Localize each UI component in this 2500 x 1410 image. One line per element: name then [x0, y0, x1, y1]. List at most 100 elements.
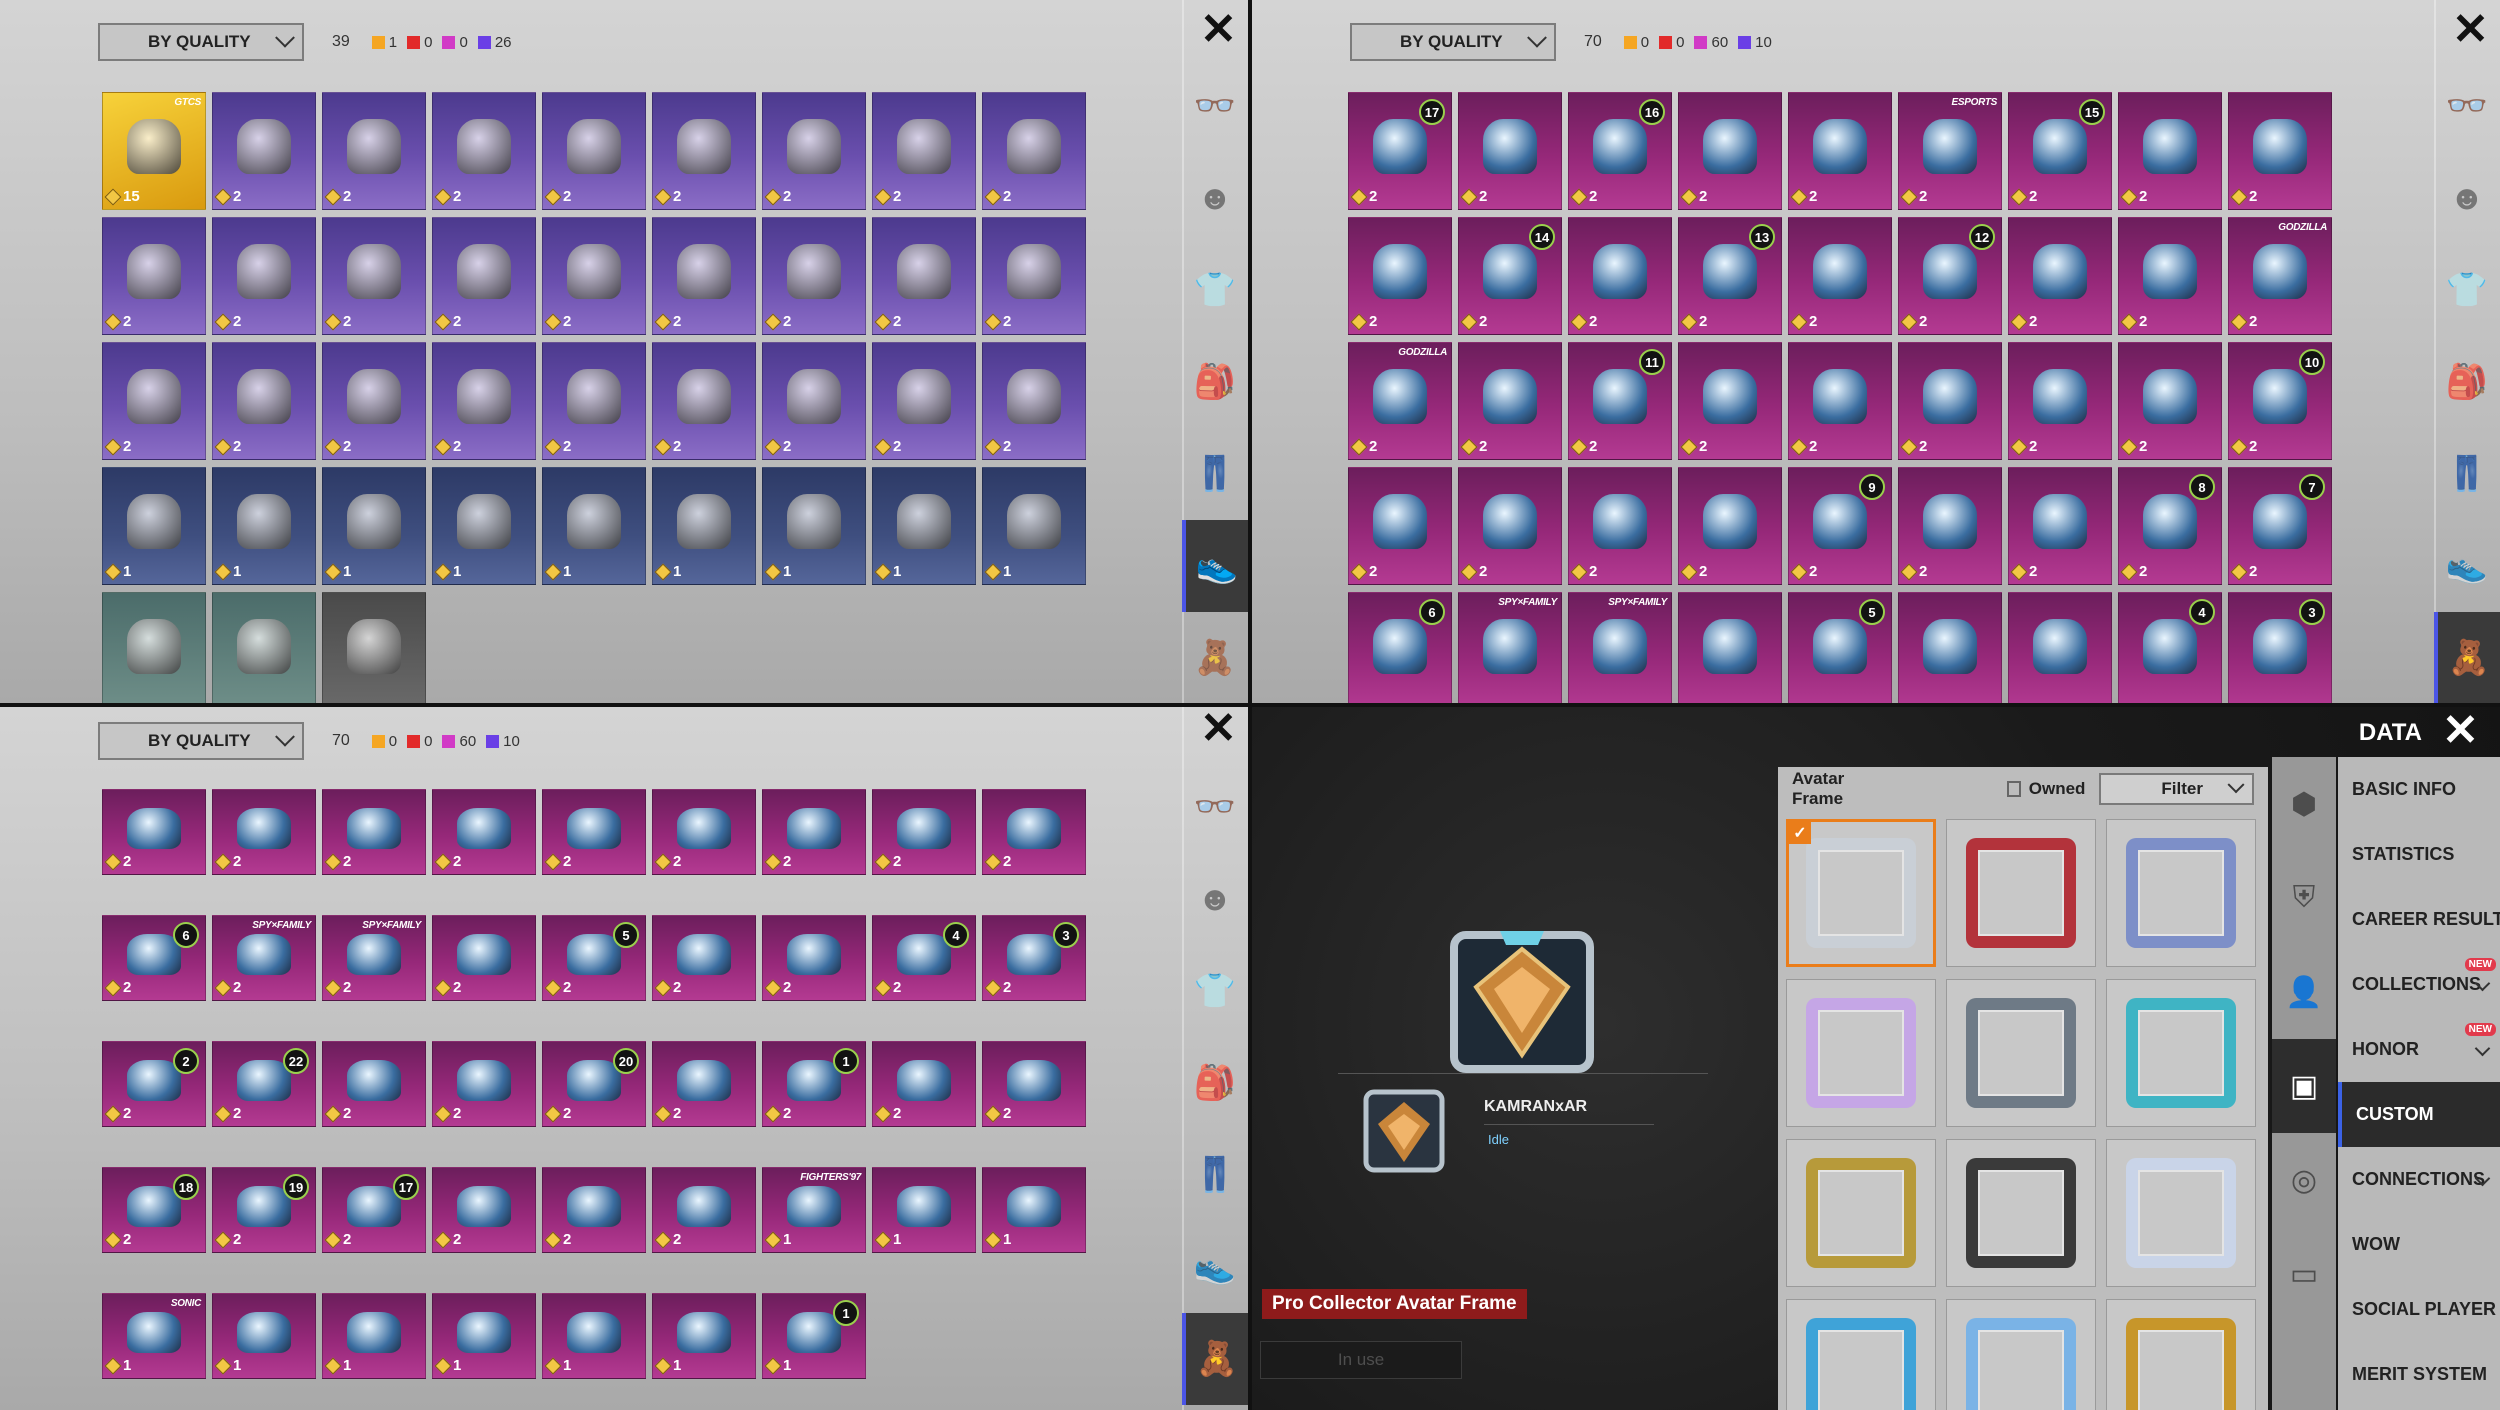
- menu-item-honor[interactable]: HONOR NEW: [2338, 1017, 2500, 1082]
- owned-checkbox[interactable]: [2007, 781, 2021, 797]
- item-tile[interactable]: 2: [542, 92, 646, 210]
- avatar-frame-option[interactable]: [2106, 979, 2256, 1127]
- close-icon[interactable]: ✕: [1200, 707, 1237, 751]
- avatar-frame-option[interactable]: ✓: [1786, 819, 1936, 967]
- item-tile[interactable]: 25: [542, 915, 646, 1001]
- sort-dropdown[interactable]: BY QUALITY: [98, 23, 304, 61]
- item-tile[interactable]: 2: [322, 1041, 426, 1127]
- item-tile[interactable]: 1: [762, 467, 866, 585]
- item-tile[interactable]: 2: [212, 342, 316, 460]
- item-tile[interactable]: 2: [982, 217, 1086, 335]
- item-tile[interactable]: 2 16: [1568, 92, 1672, 210]
- item-tile[interactable]: 2: [652, 1041, 756, 1127]
- tab-charm[interactable]: 🧸: [1182, 1313, 1248, 1405]
- item-tile[interactable]: 2: [1348, 217, 1452, 335]
- item-tile[interactable]: 2: [432, 92, 536, 210]
- item-tile[interactable]: 2: [432, 789, 536, 875]
- menu-item-connections[interactable]: CONNECTIONS: [2338, 1147, 2500, 1212]
- menu-item-wow[interactable]: WOW: [2338, 1212, 2500, 1277]
- tab-backpack[interactable]: 🎒: [1182, 1037, 1248, 1129]
- item-tile[interactable]: 2 15: [2008, 92, 2112, 210]
- item-tile[interactable]: 2: [432, 1041, 536, 1127]
- item-tile[interactable]: 2: [1678, 92, 1782, 210]
- avatar-frame-option[interactable]: [2106, 1299, 2256, 1410]
- tab-glasses[interactable]: 👓: [1182, 60, 1248, 152]
- item-tile[interactable]: 4: [2118, 592, 2222, 703]
- item-tile[interactable]: 1: [212, 1293, 316, 1379]
- item-tile[interactable]: 2: [1898, 467, 2002, 585]
- item-tile[interactable]: 2: [872, 789, 976, 875]
- item-tile[interactable]: 3: [2228, 592, 2332, 703]
- item-tile[interactable]: [212, 592, 316, 703]
- item-tile[interactable]: 2: [2118, 217, 2222, 335]
- item-tile[interactable]: 2: [322, 92, 426, 210]
- item-tile[interactable]: 2: [872, 1041, 976, 1127]
- item-tile[interactable]: 2 17: [322, 1167, 426, 1253]
- side-tab-frame[interactable]: ▣: [2272, 1039, 2336, 1133]
- item-tile[interactable]: 2: [102, 342, 206, 460]
- item-tile[interactable]: 26: [102, 915, 206, 1001]
- tab-mask[interactable]: ☻: [2434, 152, 2500, 244]
- item-tile[interactable]: 2: [542, 217, 646, 335]
- item-tile[interactable]: 2: [212, 789, 316, 875]
- item-tile[interactable]: 2: [1568, 217, 1672, 335]
- item-tile[interactable]: 2: [542, 1167, 646, 1253]
- item-tile[interactable]: [322, 592, 426, 703]
- item-tile[interactable]: 1 FIGHTERS'97: [762, 1167, 866, 1253]
- item-tile[interactable]: 2: [322, 789, 426, 875]
- item-tile[interactable]: 6: [1348, 592, 1452, 703]
- item-tile[interactable]: 2: [1568, 467, 1672, 585]
- item-tile[interactable]: 2: [2118, 92, 2222, 210]
- item-tile[interactable]: 2: [982, 342, 1086, 460]
- item-tile[interactable]: SPY×FAMILY: [1458, 592, 1562, 703]
- item-tile[interactable]: 2 GODZILLA: [1348, 342, 1452, 460]
- tab-shoes[interactable]: 👟: [1182, 1221, 1248, 1313]
- item-tile[interactable]: 2: [1678, 467, 1782, 585]
- item-tile[interactable]: 1: [872, 467, 976, 585]
- avatar-frame-option[interactable]: [1946, 1139, 2096, 1287]
- item-tile[interactable]: 2: [212, 217, 316, 335]
- menu-item-basic-info[interactable]: BASIC INFO: [2338, 757, 2500, 822]
- item-tile[interactable]: 1: [982, 467, 1086, 585]
- item-tile[interactable]: 5: [1788, 592, 1892, 703]
- tab-shoes[interactable]: 👟: [2434, 520, 2500, 612]
- item-tile[interactable]: 21: [762, 1041, 866, 1127]
- item-tile[interactable]: 1: [542, 1293, 646, 1379]
- item-tile[interactable]: 2 12: [1898, 217, 2002, 335]
- item-tile[interactable]: 2: [762, 915, 866, 1001]
- item-tile[interactable]: 2 17: [1348, 92, 1452, 210]
- item-tile[interactable]: 2: [652, 1167, 756, 1253]
- item-tile[interactable]: 2: [2228, 92, 2332, 210]
- avatar-frame-option[interactable]: [1786, 1299, 1936, 1410]
- tab-backpack[interactable]: 🎒: [1182, 336, 1248, 428]
- item-tile[interactable]: 2: [2008, 467, 2112, 585]
- tab-shoes[interactable]: 👟: [1182, 520, 1248, 612]
- menu-item-custom[interactable]: CUSTOM: [2338, 1082, 2500, 1147]
- tab-pants[interactable]: 👖: [1182, 428, 1248, 520]
- tab-pants[interactable]: 👖: [2434, 428, 2500, 520]
- tab-jacket[interactable]: 👕: [1182, 945, 1248, 1037]
- tab-jacket[interactable]: 👕: [1182, 244, 1248, 336]
- avatar-frame-option[interactable]: [1946, 819, 2096, 967]
- close-icon[interactable]: ✕: [2452, 8, 2489, 52]
- item-tile[interactable]: 2: [872, 217, 976, 335]
- item-tile[interactable]: 2: [762, 789, 866, 875]
- item-tile[interactable]: 2: [1458, 92, 1562, 210]
- item-tile[interactable]: 2: [1458, 342, 1562, 460]
- item-tile[interactable]: 15 GTCS: [102, 92, 206, 210]
- item-tile[interactable]: 1: [322, 467, 426, 585]
- item-tile[interactable]: 2: [322, 217, 426, 335]
- side-tab-person[interactable]: 👤: [2272, 945, 2336, 1039]
- item-tile[interactable]: 2 ESPORTS: [1898, 92, 2002, 210]
- item-tile[interactable]: 2: [1348, 467, 1452, 585]
- side-tab-goggles[interactable]: ◎: [2272, 1133, 2336, 1227]
- item-tile[interactable]: 1: [322, 1293, 426, 1379]
- sort-dropdown[interactable]: BY QUALITY: [1350, 23, 1556, 61]
- item-tile[interactable]: 2: [652, 915, 756, 1001]
- avatar-frame-option[interactable]: [1946, 979, 2096, 1127]
- item-tile[interactable]: 2 22: [212, 1041, 316, 1127]
- item-tile[interactable]: 1: [872, 1167, 976, 1253]
- item-tile[interactable]: 2: [872, 92, 976, 210]
- item-tile[interactable]: 2: [1788, 342, 1892, 460]
- item-tile[interactable]: 2: [982, 92, 1086, 210]
